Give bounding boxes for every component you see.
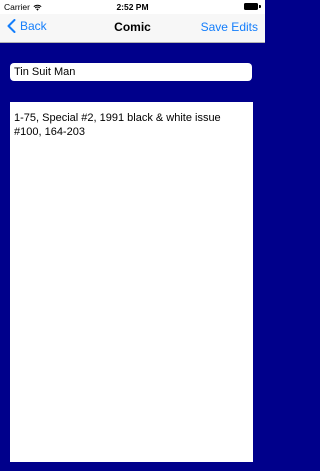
comic-title-field[interactable]: Tin Suit Man [10,63,252,81]
status-bar: Carrier 2:52 PM [0,0,265,14]
status-time: 2:52 PM [116,2,149,12]
battery-icon [244,3,261,10]
navigation-bar: Back Comic Save Edits [0,14,265,43]
save-edits-button[interactable]: Save Edits [201,20,258,34]
issues-notes-textarea[interactable]: 1-75, Special #2, 1991 black & white iss… [10,102,253,462]
